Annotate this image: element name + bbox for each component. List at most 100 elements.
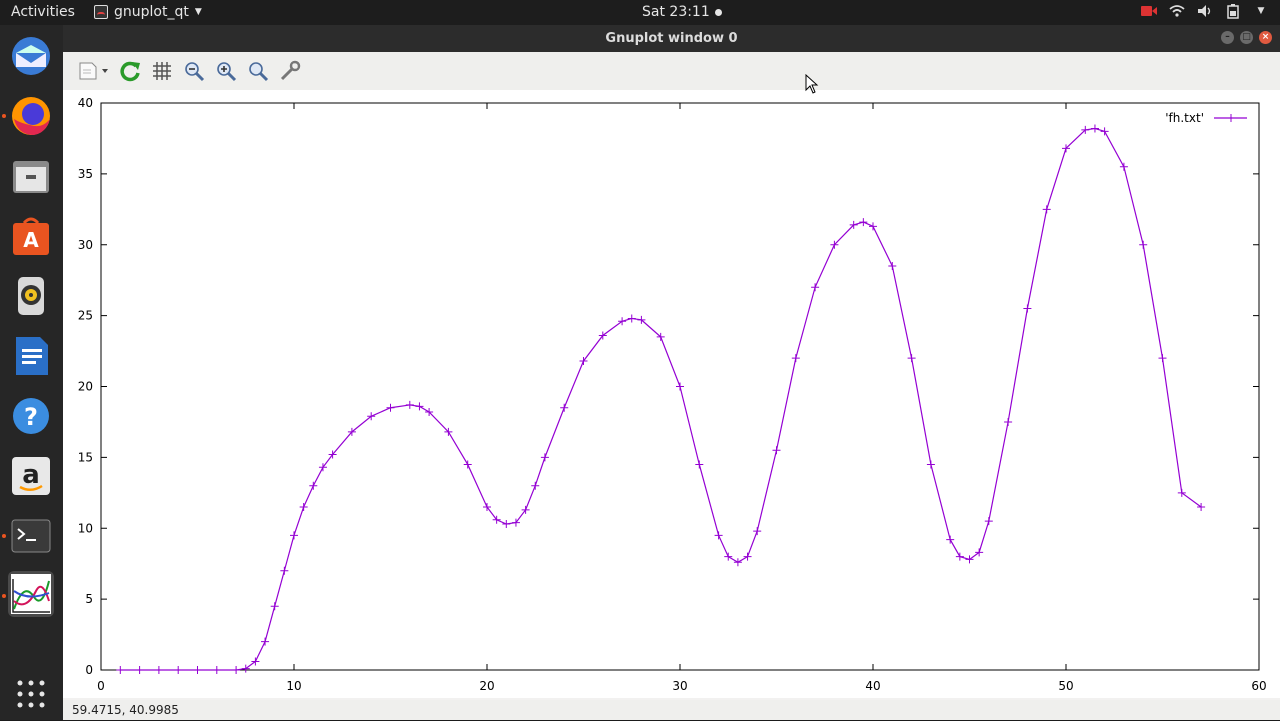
minimize-button[interactable]: – <box>1221 31 1234 44</box>
data-point <box>1004 417 1013 426</box>
grid-icon[interactable] <box>149 58 175 84</box>
system-tray[interactable]: ▼ <box>1140 3 1270 19</box>
data-point <box>724 552 733 561</box>
clock[interactable]: Sat 23:11 <box>642 4 722 20</box>
data-point <box>299 502 308 511</box>
data-point <box>154 666 163 674</box>
x-tick-label: 50 <box>1058 679 1073 693</box>
show-applications-icon[interactable] <box>8 671 54 717</box>
x-tick-label: 40 <box>865 679 880 693</box>
data-point <box>309 481 318 490</box>
data-point <box>415 402 424 411</box>
clock-label: Sat 23:11 <box>642 4 710 20</box>
status-bar: 59.4715, 40.9985 <box>63 700 1280 720</box>
data-point <box>116 666 125 674</box>
window-title: Gnuplot window 0 <box>605 31 738 46</box>
data-point <box>926 460 935 469</box>
data-point <box>955 552 964 561</box>
y-tick-label: 10 <box>78 521 93 535</box>
window-controls: – □ × <box>1221 31 1272 44</box>
amazon-icon[interactable]: a <box>8 453 54 499</box>
data-point <box>174 666 183 674</box>
thunderbird-icon[interactable] <box>8 33 54 79</box>
running-indicator <box>2 534 6 538</box>
running-indicator <box>2 594 6 598</box>
series-line <box>120 127 1202 671</box>
svg-text:A: A <box>23 228 39 252</box>
app-menu-label: gnuplot_qt <box>114 4 189 20</box>
gnuplot-window: Gnuplot window 0 – □ × 0 10 20 30 40 50 … <box>63 25 1280 720</box>
notification-dot-icon <box>714 8 722 16</box>
gnuplot-app-icon <box>94 5 108 19</box>
firefox-icon[interactable] <box>8 93 54 139</box>
data-point <box>560 403 569 412</box>
mouse-pointer-icon <box>805 74 819 94</box>
legend-label: 'fh.txt' <box>1165 111 1204 125</box>
terminal-icon[interactable] <box>8 513 54 559</box>
wifi-icon[interactable] <box>1168 3 1186 19</box>
plot-toolbar <box>63 52 1280 90</box>
data-point <box>1158 354 1167 363</box>
data-point <box>811 283 820 292</box>
x-tick-label: 0 <box>97 679 105 693</box>
y-tick-label: 15 <box>78 450 93 464</box>
system-top-bar: Activities gnuplot_qt ▼ Sat 23:11 ▼ <box>0 0 1280 25</box>
data-point <box>270 602 279 611</box>
y-tick-label: 5 <box>85 592 93 606</box>
data-point <box>1023 304 1032 313</box>
zoom-previous-icon[interactable] <box>181 58 207 84</box>
data-point <box>232 666 241 674</box>
x-tick-label: 60 <box>1251 679 1266 693</box>
y-tick-label: 0 <box>85 663 93 677</box>
data-point <box>676 382 684 391</box>
plot-canvas[interactable]: 0 10 20 30 40 50 60 0 5 10 15 20 25 30 35 40 'fh.txt' <box>63 90 1280 698</box>
zoom-next-icon[interactable] <box>213 58 239 84</box>
battery-icon[interactable] <box>1224 3 1242 19</box>
data-point <box>984 517 993 526</box>
data-point <box>1139 240 1148 249</box>
software-center-icon[interactable]: A <box>8 213 54 259</box>
x-tick-label: 20 <box>479 679 494 693</box>
data-point <box>946 535 955 544</box>
data-point <box>1090 124 1099 133</box>
x-tick-label: 30 <box>672 679 687 693</box>
files-icon[interactable] <box>8 153 54 199</box>
data-point <box>135 666 144 674</box>
chevron-down-icon: ▼ <box>194 7 202 17</box>
app-menu[interactable]: gnuplot_qt ▼ <box>94 4 202 20</box>
data-point <box>531 481 540 490</box>
screen-record-icon[interactable] <box>1140 3 1158 19</box>
data-point <box>502 519 511 528</box>
y-tick-label: 35 <box>78 167 93 181</box>
replot-icon[interactable] <box>117 58 143 84</box>
maximize-button[interactable]: □ <box>1240 31 1253 44</box>
volume-icon[interactable] <box>1196 3 1214 19</box>
data-point <box>386 403 395 412</box>
writer-icon[interactable] <box>8 333 54 379</box>
plot-svg: 0 10 20 30 40 50 60 0 5 10 15 20 25 30 35 40 'fh.txt' <box>78 96 1267 693</box>
gnuplot-icon[interactable] <box>8 571 54 617</box>
mouse-coordinates: 59.4715, 40.9985 <box>72 703 179 717</box>
activities-button[interactable]: Activities <box>11 4 75 20</box>
data-point <box>261 637 270 646</box>
svg-text:a: a <box>22 460 40 490</box>
export-icon[interactable] <box>77 58 111 84</box>
settings-icon[interactable] <box>277 58 303 84</box>
data-point <box>463 460 472 469</box>
help-icon[interactable]: ? <box>8 393 54 439</box>
data-point <box>280 566 289 575</box>
data-point <box>405 400 414 409</box>
data-point <box>791 354 800 363</box>
data-point <box>193 666 202 674</box>
y-tick-label: 40 <box>78 96 93 110</box>
window-titlebar[interactable]: Gnuplot window 0 – □ × <box>63 25 1280 52</box>
close-button[interactable]: × <box>1259 31 1272 44</box>
data-point <box>869 222 877 231</box>
data-point <box>627 314 636 323</box>
data-point <box>540 453 549 462</box>
rhythmbox-icon[interactable] <box>8 273 54 319</box>
unzoom-icon[interactable] <box>245 58 271 84</box>
y-tick-label: 25 <box>78 309 93 323</box>
legend-marker <box>1227 114 1235 122</box>
chevron-down-icon[interactable]: ▼ <box>1252 3 1270 19</box>
